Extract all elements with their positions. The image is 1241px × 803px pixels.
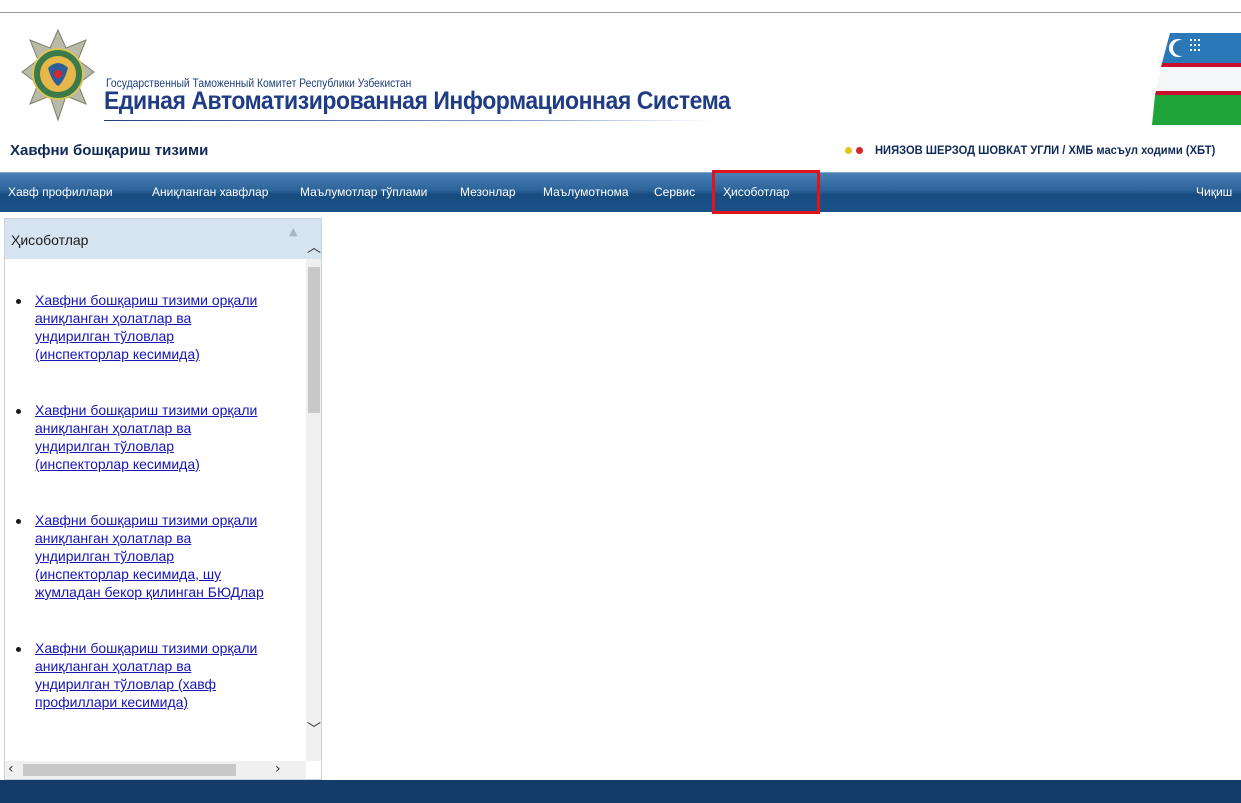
bullet-icon bbox=[16, 299, 21, 304]
list-item: Хавфни бошқариш тизими орқали аниқланган… bbox=[16, 511, 305, 601]
scroll-up-icon[interactable]: ︿ bbox=[307, 237, 321, 257]
report-list: Хавфни бошқариш тизими орқали аниқланган… bbox=[16, 291, 305, 749]
list-item: Хавфни бошқариш тизими орқали аниқланган… bbox=[16, 291, 305, 363]
report-link[interactable]: Хавфни бошқариш тизими орқали аниқланган… bbox=[35, 511, 305, 601]
uzbekistan-flag-icon bbox=[1152, 33, 1241, 125]
footer-bar bbox=[0, 780, 1241, 803]
page: Государственный Таможенный Комитет Респу… bbox=[0, 0, 1241, 803]
vertical-scrollbar[interactable] bbox=[306, 259, 321, 761]
bullet-icon bbox=[16, 409, 21, 414]
list-item: Хавфни бошқариш тизими орқали аниқланган… bbox=[16, 639, 305, 711]
header-banner: Государственный Таможенный Комитет Респу… bbox=[0, 13, 1241, 133]
side-panel-content: Хавфни бошқариш тизими орқали аниқланган… bbox=[5, 259, 306, 761]
scroll-down-icon[interactable]: ﹀ bbox=[307, 719, 321, 739]
nav-item-criteria[interactable]: Мезонлар bbox=[460, 185, 516, 199]
nav-item-service[interactable]: Сервис bbox=[654, 185, 695, 199]
scroll-right-icon[interactable]: › bbox=[275, 761, 281, 777]
module-title: Хавфни бошқариш тизими bbox=[10, 142, 209, 159]
nav-item-data-sets[interactable]: Маълумотлар тўплами bbox=[300, 185, 427, 199]
side-panel-title: Ҳисоботлар bbox=[11, 232, 89, 248]
nav-item-reference[interactable]: Маълумотнома bbox=[543, 185, 629, 199]
user-area: НИЯЗОВ ШЕРЗОД ШОВКАТ УГЛИ / ХМБ масъул х… bbox=[845, 143, 1241, 157]
nav-item-risk-profiles[interactable]: Хавф профиллари bbox=[8, 185, 113, 199]
list-item: Хавфни бошқариш тизими орқали аниқланган… bbox=[16, 401, 305, 473]
bullet-icon bbox=[16, 647, 21, 652]
nav-item-logout[interactable]: Чиқиш bbox=[1196, 185, 1232, 199]
horizontal-scrollbar[interactable]: ‹ › bbox=[5, 761, 306, 779]
side-panel-header: Ҳисоботлар ▲ bbox=[5, 219, 321, 259]
customs-emblem-icon bbox=[21, 28, 95, 122]
status-dot-yellow-icon bbox=[845, 146, 853, 154]
horizontal-scroll-thumb[interactable] bbox=[23, 764, 236, 776]
status-dot-red-icon bbox=[856, 146, 864, 154]
main-navbar: Хавф профиллари Аниқланган хавфлар Маълу… bbox=[0, 172, 1241, 212]
nav-item-detected-risks[interactable]: Аниқланган хавфлар bbox=[152, 185, 268, 199]
system-name: Единая Автоматизированная Информационная… bbox=[104, 87, 731, 115]
bullet-icon bbox=[16, 519, 21, 524]
report-link[interactable]: Хавфни бошқариш тизими орқали аниқланган… bbox=[35, 291, 305, 363]
reports-side-panel: Ҳисоботлар ▲ ︿ Хавфни бошқариш тизими ор… bbox=[4, 218, 322, 780]
scroll-left-icon[interactable]: ‹ bbox=[8, 761, 14, 777]
user-name: НИЯЗОВ ШЕРЗОД ШОВКАТ УГЛИ / ХМБ масъул х… bbox=[875, 143, 1216, 157]
top-divider bbox=[0, 0, 1241, 13]
vertical-scroll-thumb[interactable] bbox=[308, 267, 320, 413]
title-underline bbox=[104, 120, 714, 121]
report-link[interactable]: Хавфни бошқариш тизими орқали аниқланган… bbox=[35, 401, 305, 473]
collapse-up-icon[interactable]: ▲ bbox=[289, 225, 297, 238]
reports-highlight-box bbox=[712, 170, 820, 214]
report-link[interactable]: Хавфни бошқариш тизими орқали аниқланган… bbox=[35, 639, 305, 711]
subheader: Хавфни бошқариш тизими НИЯЗОВ ШЕРЗОД ШОВ… bbox=[0, 133, 1241, 169]
